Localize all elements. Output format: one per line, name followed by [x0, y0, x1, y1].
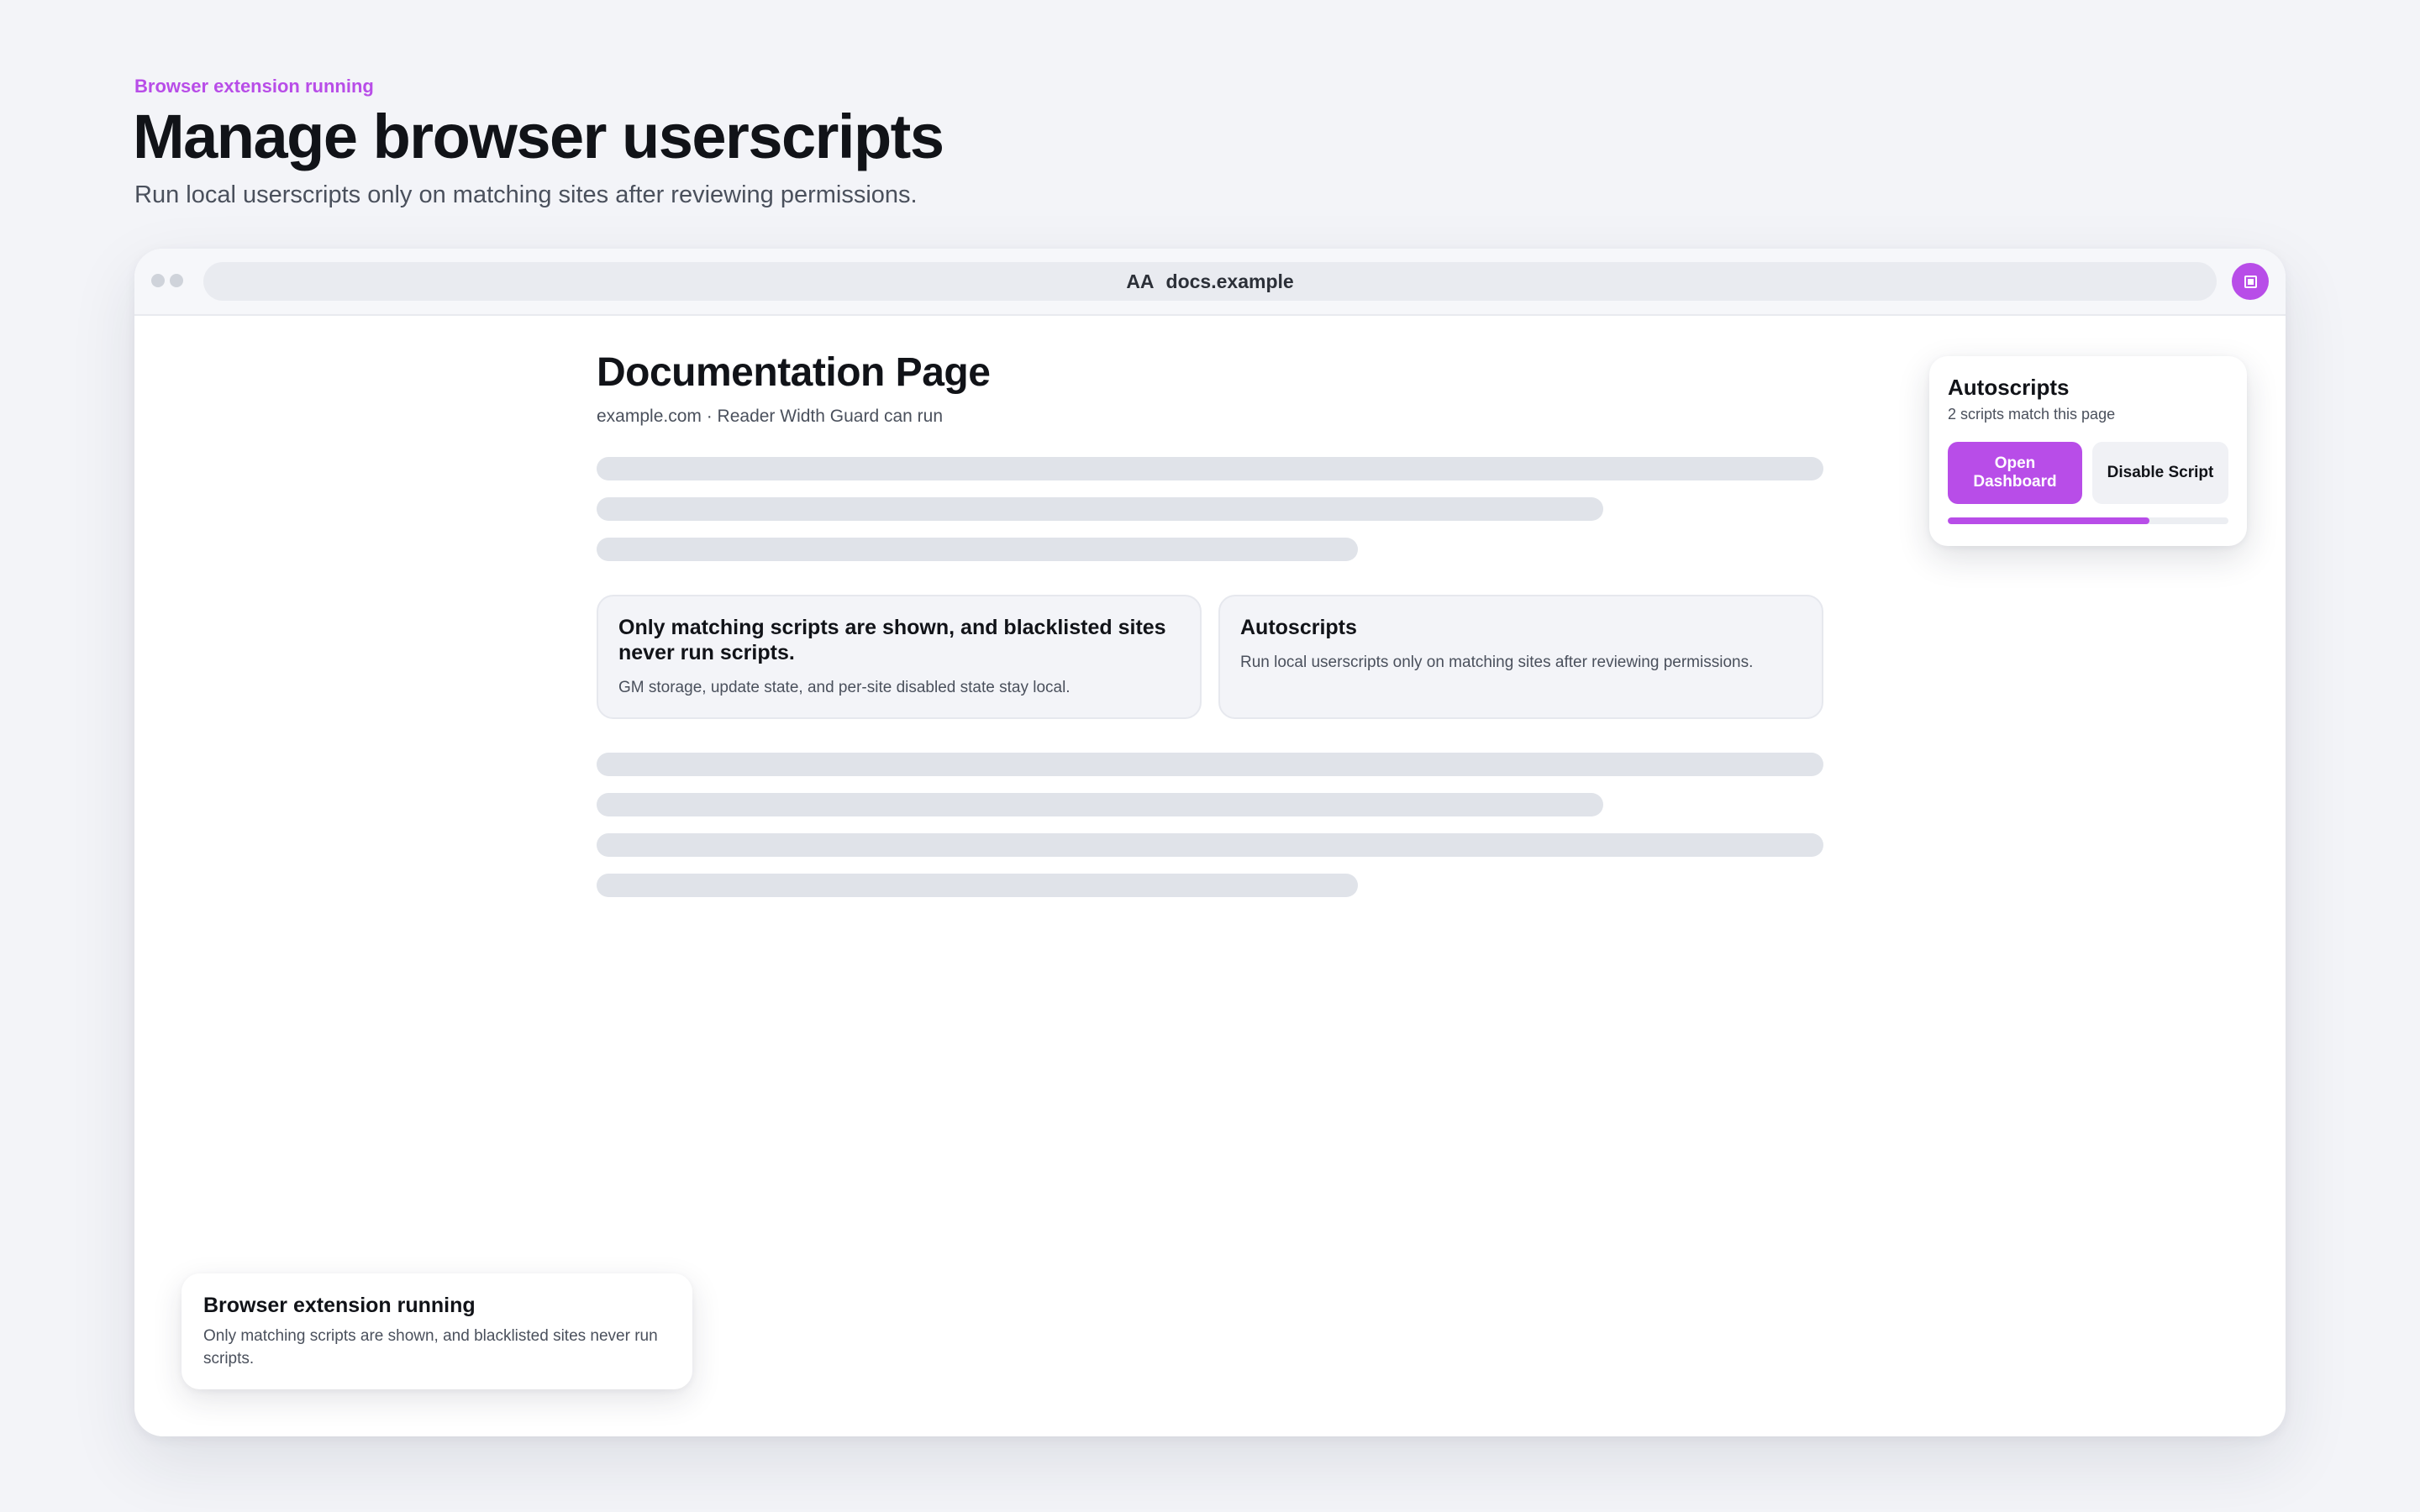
- extension-badge-icon: [2244, 275, 2257, 288]
- window-control-dot[interactable]: [170, 274, 183, 287]
- text-placeholder-line: [597, 793, 1603, 816]
- info-card-body: GM storage, update state, and per-site d…: [618, 679, 1071, 696]
- popup-progress-bar: [1948, 517, 2228, 524]
- address-bar[interactable]: AA docs.example: [203, 262, 2217, 301]
- text-placeholder-line: [597, 538, 1358, 561]
- toast-body: Only matching scripts are shown, and bla…: [203, 1327, 658, 1368]
- status-toast: Browser extension running Only matching …: [182, 1273, 692, 1389]
- text-placeholder-line: [597, 874, 1358, 897]
- document-meta: example.com · Reader Width Guard can run: [597, 407, 944, 426]
- toast-title: Browser extension running: [203, 1294, 476, 1317]
- info-card-body: Run local userscripts only on matching s…: [1240, 654, 1754, 671]
- info-card-autoscripts: Autoscripts Run local userscripts only o…: [1218, 595, 1823, 719]
- extension-popup: Autoscripts 2 scripts match this page Op…: [1929, 356, 2247, 546]
- popup-title: Autoscripts: [1948, 375, 2070, 400]
- text-placeholder-line: [597, 497, 1603, 521]
- popup-progress-fill: [1948, 517, 2150, 524]
- page-subtitle: Run local userscripts only on matching s…: [134, 181, 918, 208]
- popup-actions: Open Dashboard Disable Script: [1948, 442, 2228, 504]
- text-placeholder-line: [597, 457, 1823, 480]
- document-title: Documentation Page: [597, 350, 991, 395]
- open-dashboard-button[interactable]: Open Dashboard: [1948, 442, 2082, 504]
- userscript-extension-icon[interactable]: [2232, 263, 2269, 300]
- info-card-title: Autoscripts: [1240, 616, 1357, 639]
- popup-match-count: 2 scripts match this page: [1948, 406, 2116, 423]
- browser-toolbar: AA docs.example: [134, 249, 2286, 316]
- browser-window: AA docs.example Documentation Page examp…: [134, 249, 2286, 1436]
- page-headline: Manage browser userscripts: [133, 102, 944, 171]
- text-placeholder-line: [597, 833, 1823, 857]
- eyebrow-label: Browser extension running: [134, 76, 374, 97]
- window-control-dot[interactable]: [151, 274, 165, 287]
- disable-script-button[interactable]: Disable Script: [2092, 442, 2228, 504]
- text-placeholder-line: [597, 753, 1823, 776]
- info-card-title: Only matching scripts are shown, and bla…: [618, 616, 1166, 664]
- info-card-scripts: Only matching scripts are shown, and bla…: [597, 595, 1202, 719]
- reader-mode-toggle[interactable]: AA: [1126, 270, 1154, 293]
- address-bar-url: docs.example: [1165, 270, 1294, 292]
